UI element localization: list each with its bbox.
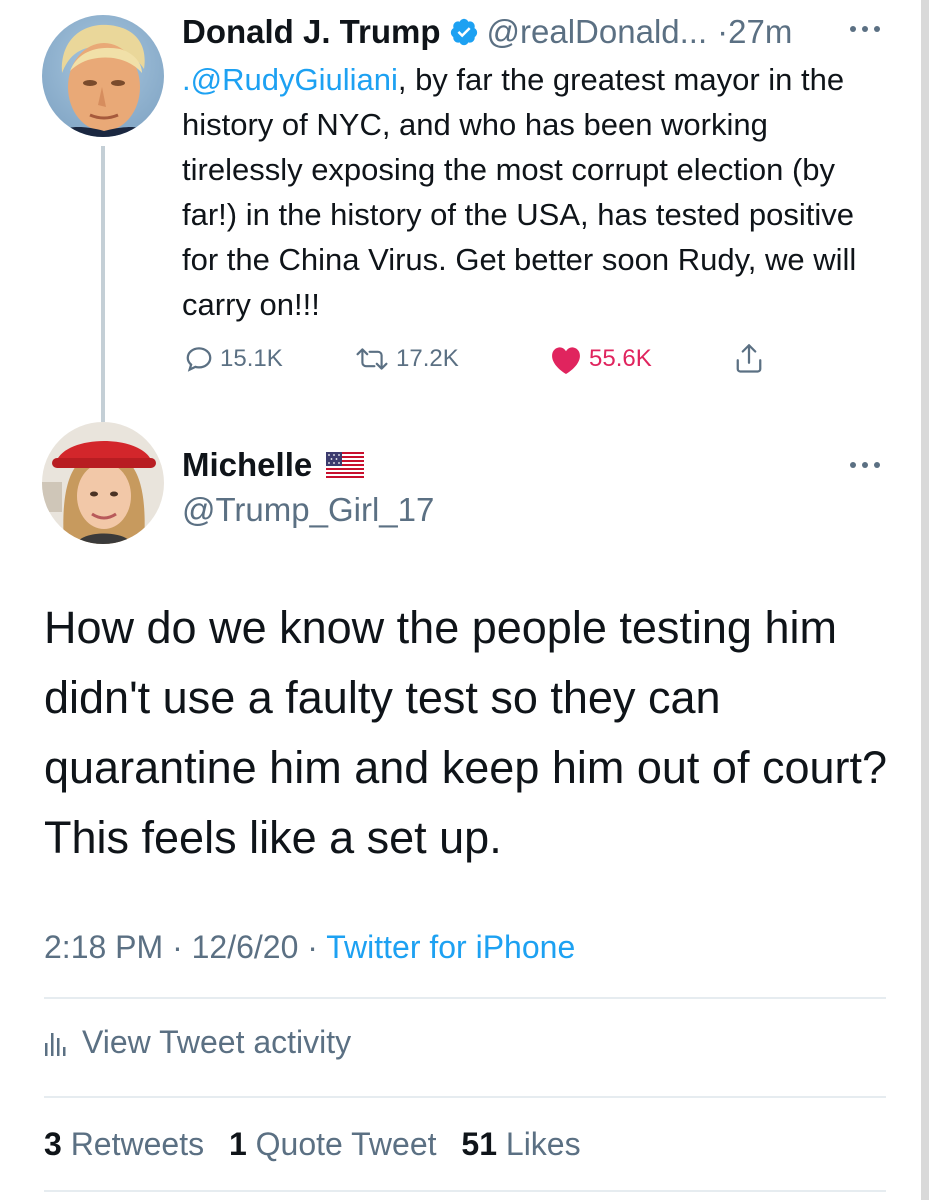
view-tweet-activity-button[interactable]: View Tweet activity	[44, 1022, 351, 1062]
likes-value: 51	[461, 1126, 497, 1162]
reply-author-name[interactable]: Michelle	[182, 445, 312, 485]
parent-author-name[interactable]: Donald J. Trump	[182, 12, 441, 52]
view-tweet-activity-label: View Tweet activity	[82, 1024, 352, 1060]
mention-link[interactable]: .@RudyGiuliani	[182, 62, 398, 97]
meta-separator: ·	[172, 929, 183, 965]
tweet-metadata: 2:18 PM · 12/6/20 · Twitter for iPhone	[44, 927, 575, 967]
divider	[44, 997, 886, 999]
like-button[interactable]: 55.6K	[549, 338, 652, 380]
parent-tweet-header: Donald J. Trump @realDonald... · 27m	[182, 12, 882, 52]
share-icon	[736, 344, 762, 373]
parent-tweet-body: , by far the greatest mayor in the histo…	[182, 62, 857, 322]
divider	[44, 1190, 886, 1192]
retweet-icon	[356, 348, 388, 370]
reply-author-avatar[interactable]	[42, 422, 164, 544]
reply-author-handle[interactable]: @Trump_Girl_17	[182, 490, 434, 530]
meta-separator: ·	[307, 929, 318, 965]
retweet-button[interactable]: 17.2K	[354, 338, 459, 380]
heart-icon	[552, 347, 580, 375]
more-options-icon[interactable]	[848, 23, 882, 35]
thread-connector-line	[101, 146, 105, 422]
retweets-label: Retweets	[70, 1126, 205, 1162]
likes-label: Likes	[505, 1126, 581, 1162]
reply-button[interactable]: 15.1K	[184, 338, 283, 380]
parent-tweet-actions: 15.1K 17.2K 55.6K	[184, 338, 784, 380]
retweets-value: 3	[44, 1126, 62, 1162]
parent-author-avatar[interactable]	[42, 15, 164, 137]
reply-count: 15.1K	[220, 345, 283, 372]
quote-tweets-stat[interactable]: 1 Quote Tweet	[229, 1126, 437, 1162]
reply-icon	[186, 347, 212, 372]
parent-author-handle[interactable]: @realDonald...	[487, 12, 708, 52]
more-options-icon[interactable]	[848, 459, 882, 471]
parent-tweet-text: .@RudyGiuliani, by far the greatest mayo…	[182, 57, 892, 327]
parent-time-ago[interactable]: 27m	[728, 12, 792, 52]
divider	[44, 1096, 886, 1098]
share-button[interactable]	[734, 338, 770, 380]
reply-author-name-row: Michelle	[182, 445, 365, 485]
activity-bars-icon	[45, 1033, 66, 1056]
likes-stat[interactable]: 51 Likes	[461, 1126, 580, 1162]
us-flag-icon	[326, 452, 365, 478]
tweet-date[interactable]: 12/6/20	[192, 929, 299, 965]
engagement-stats: 3 Retweets 1 Quote Tweet 51 Likes	[44, 1124, 597, 1164]
like-count: 55.6K	[589, 345, 652, 372]
tweet-time[interactable]: 2:18 PM	[44, 929, 163, 965]
verified-badge-icon	[450, 18, 477, 46]
reply-tweet-text: How do we know the people testing him di…	[44, 602, 888, 863]
quote-tweets-value: 1	[228, 1126, 247, 1162]
screen-edge	[921, 0, 929, 1200]
parent-avatar-image	[42, 15, 164, 137]
reply-avatar-image	[42, 422, 164, 544]
retweets-stat[interactable]: 3 Retweets	[44, 1126, 204, 1162]
header-separator: ·	[717, 13, 729, 50]
retweet-count: 17.2K	[396, 345, 459, 372]
tweet-source-link[interactable]: Twitter for iPhone	[326, 929, 575, 965]
quote-tweets-label: Quote Tweet	[255, 1126, 437, 1162]
